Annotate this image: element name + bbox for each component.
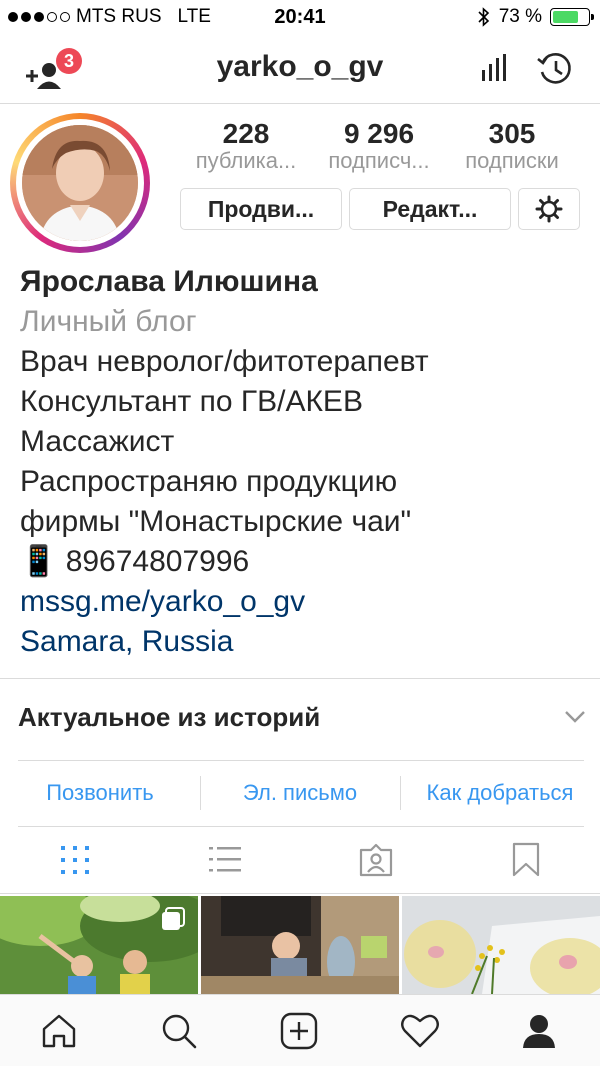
edit-profile-button[interactable]: Редакт... [349,188,511,230]
list-view-icon[interactable] [208,842,242,876]
bio-line: Врач невролог/фитотерапевт [20,345,429,378]
story-highlights-title[interactable]: Актуальное из историй [18,702,320,733]
phone-number: 📱 89674807996 [20,545,250,578]
post-thumbnail[interactable] [0,896,198,994]
status-right: 73 % [477,6,594,28]
story-ring[interactable] [10,113,150,253]
gear-icon [535,195,563,223]
bluetooth-icon [478,7,489,27]
battery-percent: 73 % [498,6,542,27]
divider [0,893,600,894]
search-icon[interactable] [160,1012,198,1050]
stat-posts[interactable]: 228 публика... [180,118,312,174]
divider [0,678,600,679]
archive-icon[interactable] [536,50,574,88]
post-thumbnail[interactable] [201,896,399,994]
profile-category: Личный блог [20,305,197,338]
bio-line: Консультант по ГВ/АКЕВ [20,385,363,418]
tagged-photos-icon[interactable] [358,842,394,878]
bio-line: фирмы "Монастырские чаи" [20,505,412,538]
post-image [402,896,600,994]
avatar-photo [22,125,138,241]
post-image [201,896,399,994]
username-title: yarko_o_gv [216,50,384,83]
bio-line: Массажист [20,425,175,458]
directions-button[interactable]: Как добраться [400,780,600,806]
grid-view-icon[interactable] [58,842,92,876]
bio-line: Распространяю продукцию [20,465,398,498]
bottom-tab-bar [0,994,600,1066]
following-count: 305 [488,118,536,149]
chevron-down-icon[interactable] [564,710,586,724]
promote-button[interactable]: Продви... [180,188,342,230]
divider [18,760,584,761]
multiple-photos-icon [162,907,185,930]
saved-bookmark-icon[interactable] [511,842,541,878]
post-thumbnail[interactable] [402,896,600,994]
heart-icon[interactable] [400,1012,440,1050]
insights-icon[interactable] [480,54,510,82]
followers-label: подписч... [328,148,430,173]
battery-level [553,11,578,23]
email-button[interactable]: Эл. письмо [200,780,400,806]
followers-count: 9 296 [343,118,415,149]
call-button[interactable]: Позвонить [0,780,200,806]
profile-stats: 228 публика... 9 296 подписч... 305 подп… [180,118,580,178]
posts-count: 228 [222,118,270,149]
posts-label: публика... [195,148,297,173]
battery-icon [550,8,594,26]
settings-button[interactable] [518,188,580,230]
divider [18,826,584,827]
profile-nav-header: 3 yarko_o_gv [0,34,600,104]
stat-following[interactable]: 305 подписки [446,118,578,174]
status-bar: MTS RUS LTE 20:41 73 % [0,0,600,34]
profile-icon[interactable] [520,1012,558,1050]
stat-followers[interactable]: 9 296 подписч... [313,118,445,174]
new-post-icon[interactable] [280,1012,318,1050]
following-label: подписки [465,148,559,173]
home-icon[interactable] [40,1012,78,1050]
location-link[interactable]: Samara, Russia [20,622,590,662]
full-name: Ярослава Илюшина [20,265,318,298]
avatar[interactable] [22,125,138,241]
website-link[interactable]: mssg.me/yarko_o_gv [20,582,590,622]
profile-bio: Ярослава Илюшина Личный блог Врач неврол… [20,262,590,662]
